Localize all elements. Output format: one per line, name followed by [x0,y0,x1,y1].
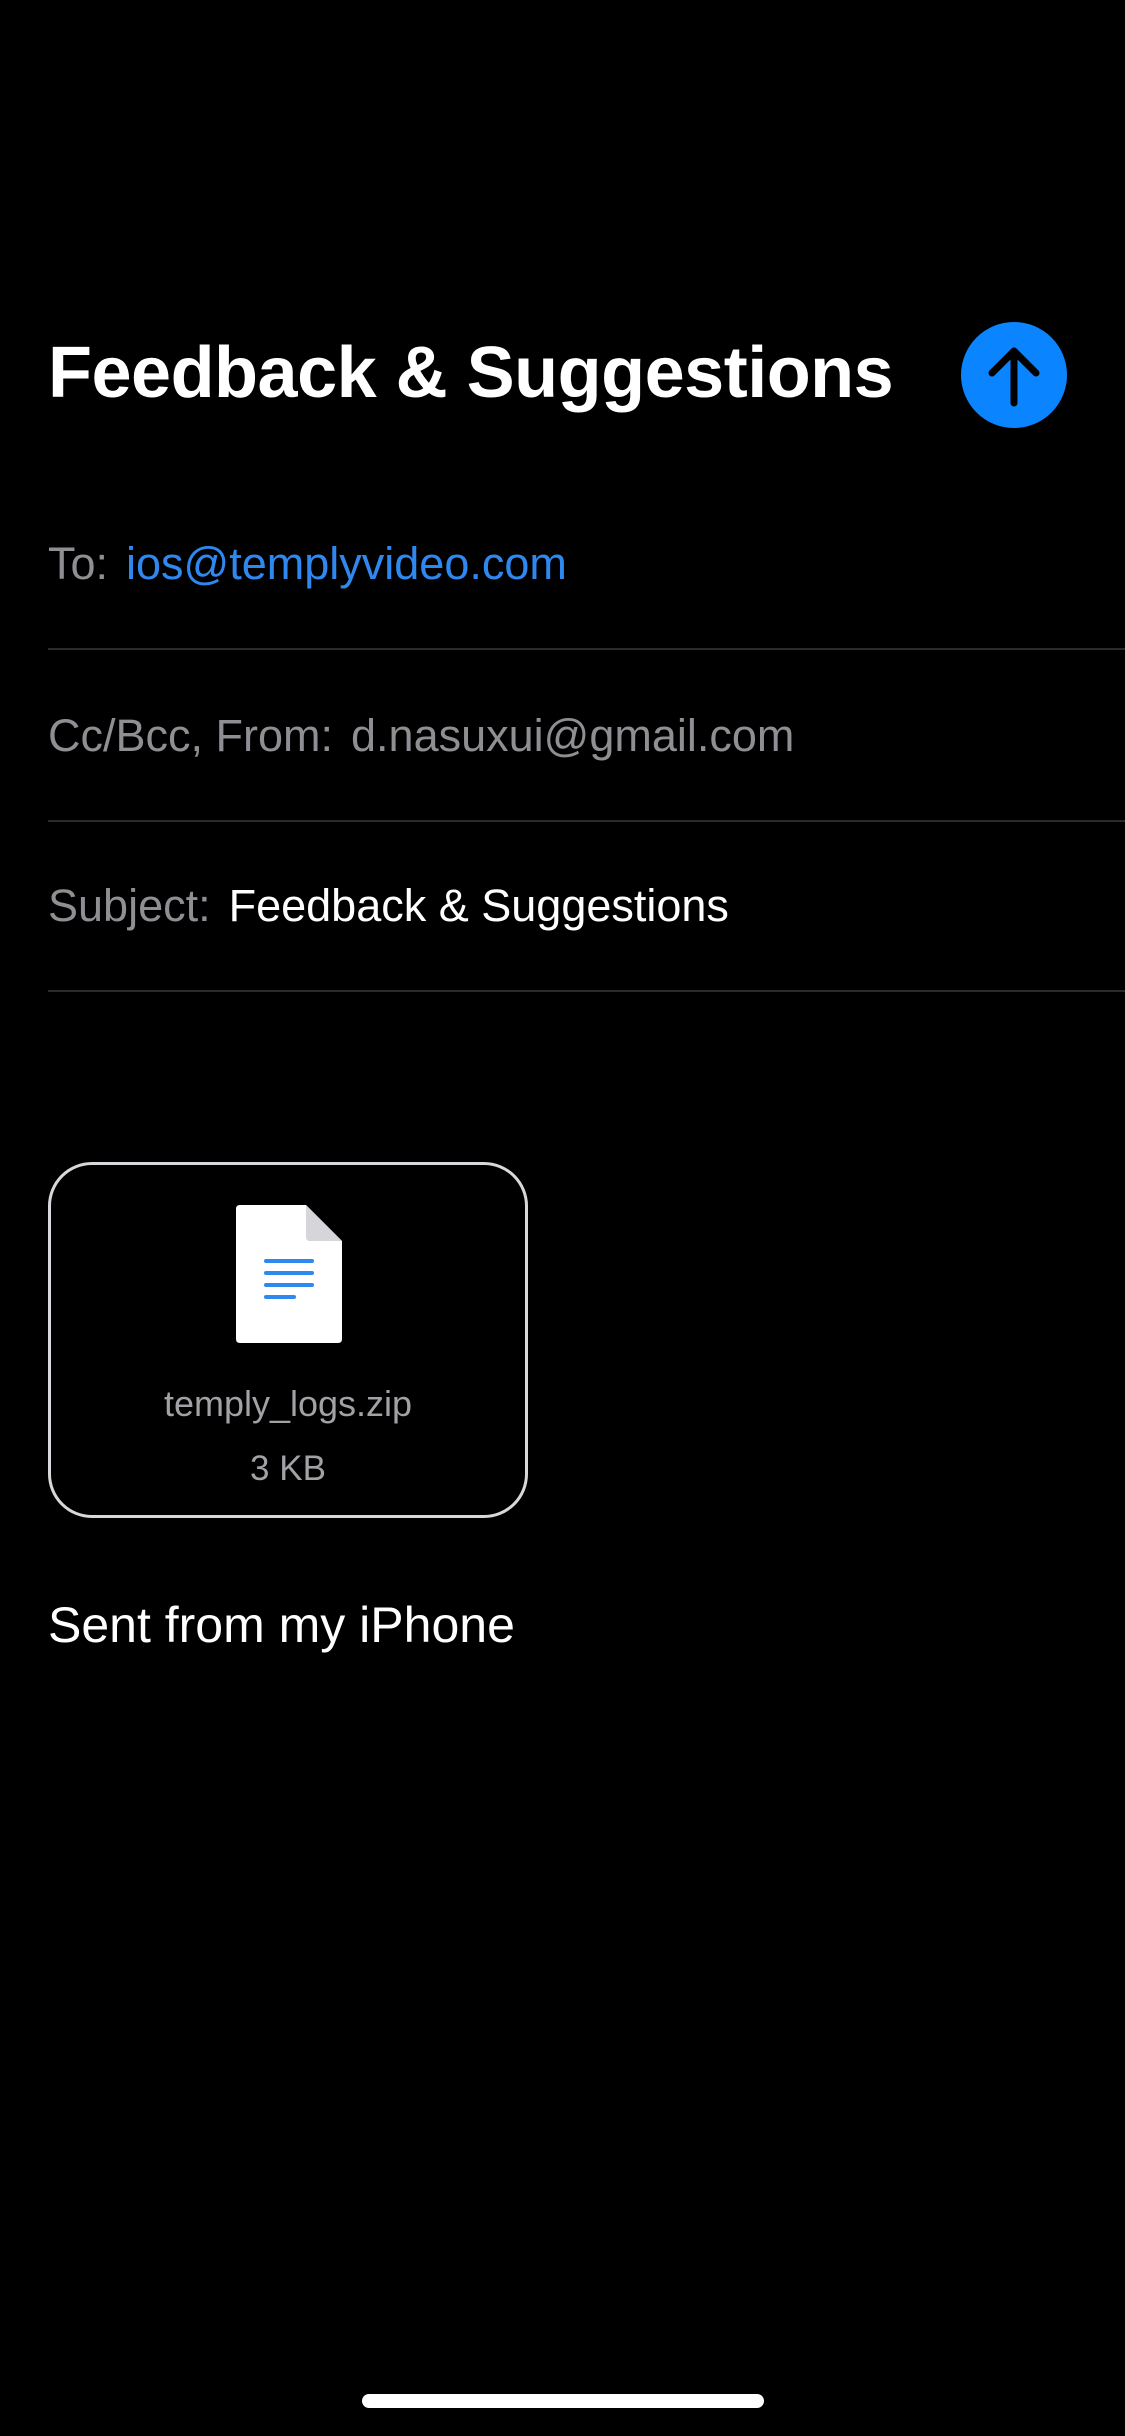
email-body-signature[interactable]: Sent from my iPhone [48,1596,515,1654]
subject-field[interactable]: Subject: Feedback & Suggestions [48,822,1125,992]
attachment-name: temply_logs.zip [163,1383,413,1424]
compose-header: Feedback & Suggestions [48,318,1078,438]
compose-title: Feedback & Suggestions [48,333,894,413]
document-icon [236,1205,342,1343]
to-label: To: [48,538,109,589]
subject-input[interactable]: Feedback & Suggestions [229,880,729,932]
attachment-size: 3 KB [250,1449,326,1488]
cc-bcc-from-label: Cc/Bcc, From: [48,710,334,761]
to-field[interactable]: To: ios@templyvideo.com [48,480,1125,650]
from-address[interactable]: d.nasuxui@gmail.com [351,710,794,762]
attachment-card[interactable]: temply_logs.zip 3 KB [48,1162,528,1518]
send-button[interactable] [961,322,1067,428]
to-recipient[interactable]: ios@templyvideo.com [126,538,567,590]
arrow-up-icon [988,347,1040,407]
subject-label: Subject: [48,880,211,931]
cc-bcc-from-field[interactable]: Cc/Bcc, From: d.nasuxui@gmail.com [48,652,1125,822]
home-indicator[interactable] [362,2394,764,2408]
